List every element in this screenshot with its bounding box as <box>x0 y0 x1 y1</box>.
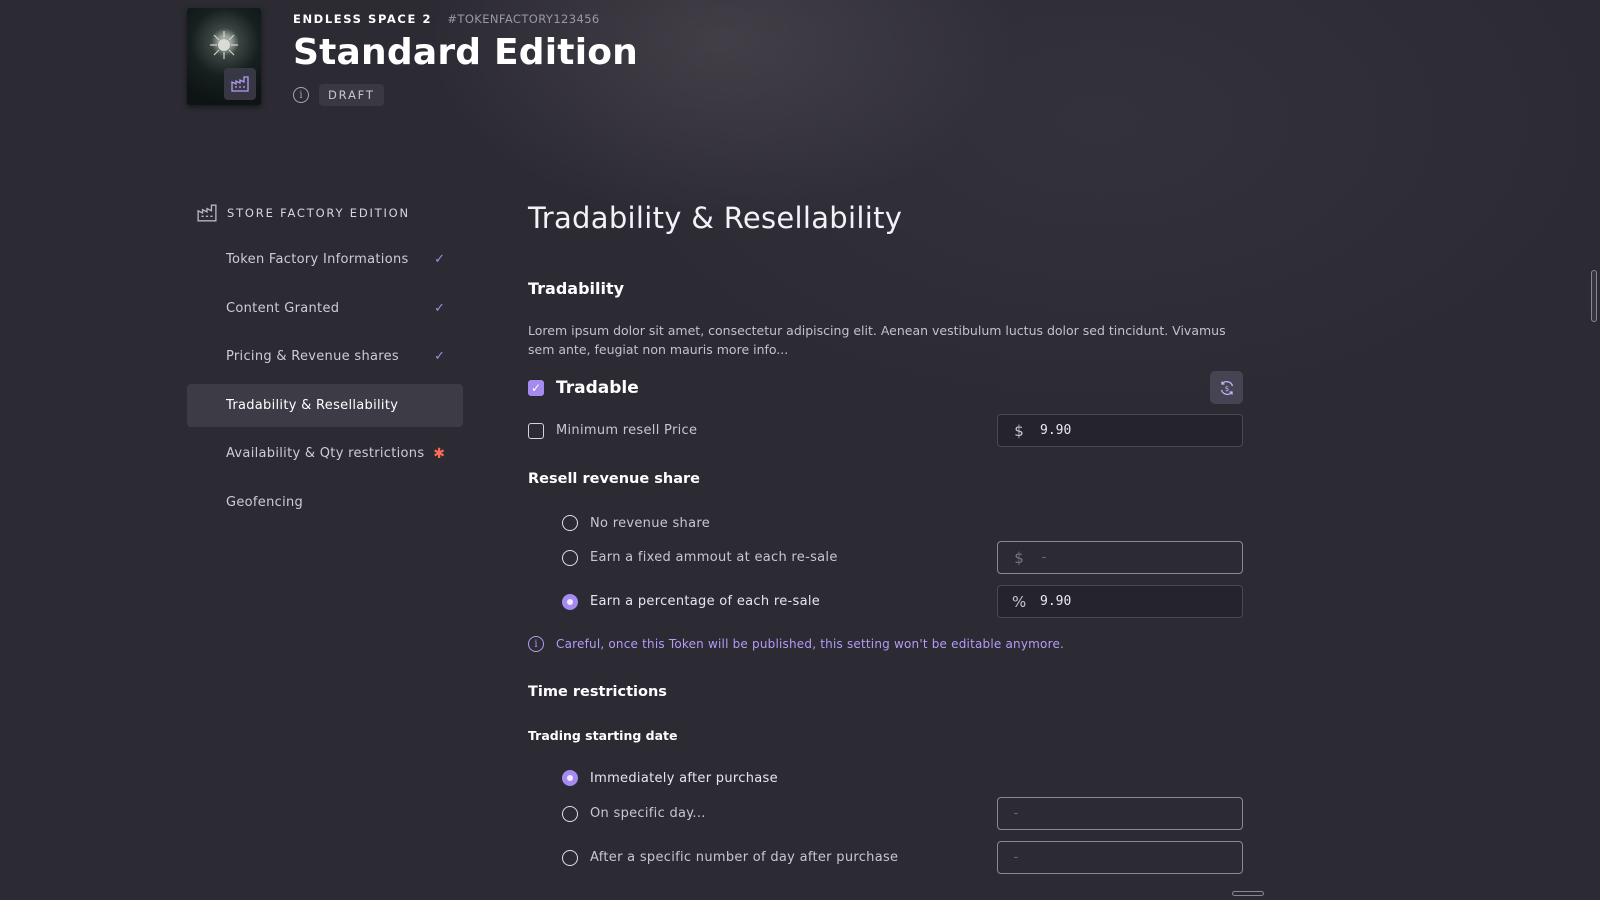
option-label: No revenue share <box>590 515 711 531</box>
sidebar-item-label: Geofencing <box>226 494 304 510</box>
game-name: ENDLESS SPACE 2 <box>293 12 433 26</box>
sidebar-heading: STORE FACTORY EDITION <box>187 198 463 228</box>
option-label: Immediately after purchase <box>590 770 778 786</box>
percentage-input[interactable]: % 9.90 <box>997 585 1243 618</box>
token-id: #TOKENFACTORY123456 <box>447 12 600 26</box>
fixed-amount-value: - <box>1040 550 1048 565</box>
tradable-checkbox[interactable]: ✓ <box>528 379 544 396</box>
checkmark-icon: ✓ <box>434 252 445 267</box>
required-asterisk-icon: ✱ <box>433 445 445 462</box>
sidebar-heading-label: STORE FACTORY EDITION <box>227 206 410 220</box>
days-after-input[interactable]: - <box>997 841 1243 874</box>
factory-icon <box>224 68 256 100</box>
warning-text: Careful, once this Token will be publish… <box>556 637 1065 651</box>
sidebar-item-label: Content Granted <box>226 300 340 316</box>
start-option-specific-day[interactable]: On specific day... - <box>528 797 1243 830</box>
revenue-option-percentage[interactable]: Earn a percentage of each re-sale % 9.90 <box>528 585 1243 618</box>
radio-immediately[interactable] <box>562 770 578 786</box>
tradability-description: Lorem ipsum dolor sit amet, consectetur … <box>528 323 1226 357</box>
trading-starting-date-subtitle: Trading starting date <box>528 728 678 743</box>
checkmark-icon: ✓ <box>434 300 445 316</box>
minimum-resell-price-input[interactable]: $ 9.90 <box>997 414 1243 447</box>
radio-percentage[interactable] <box>562 593 578 610</box>
currency-exchange-icon: $ <box>1220 380 1233 395</box>
sidebar-nav: STORE FACTORY EDITION Token Factory Info… <box>187 198 463 530</box>
horizontal-scroll-handle[interactable] <box>1232 891 1264 896</box>
dollar-icon: $ <box>1014 421 1024 440</box>
info-icon[interactable]: i <box>293 87 309 103</box>
factory-icon <box>197 204 217 222</box>
tradable-label: Tradable <box>556 377 639 398</box>
sidebar-item-availability-qty-restrictions[interactable]: Availability & Qty restrictions ✱ <box>187 432 463 475</box>
publish-warning: i Careful, once this Token will be publi… <box>528 635 1243 653</box>
revenue-option-fixed[interactable]: Earn a fixed ammout at each re-sale $ - <box>528 541 1243 574</box>
minimum-resell-price-row: Minimum resell Price $ 9.90 <box>528 414 1243 447</box>
radio-no-revenue-share[interactable] <box>562 515 578 531</box>
page-title: Standard Edition <box>293 32 638 73</box>
percent-icon: % <box>1012 592 1027 611</box>
tradable-row: ✓ Tradable $ <box>528 371 1243 404</box>
start-option-days-after[interactable]: After a specific number of day after pur… <box>528 841 1243 874</box>
radio-specific-day[interactable] <box>562 805 578 822</box>
minimum-resell-price-value: 9.90 <box>1040 423 1072 438</box>
option-label: Earn a fixed ammout at each re-sale <box>590 550 838 565</box>
game-cover-image <box>187 8 261 105</box>
option-label: Earn a percentage of each re-sale <box>590 594 821 609</box>
option-label: After a specific number of day after pur… <box>590 850 899 865</box>
sidebar-item-pricing-revenue-shares[interactable]: Pricing & Revenue shares ✓ <box>187 335 463 378</box>
section-page-title: Tradability & Resellability <box>528 201 903 235</box>
status-badge: DRAFT <box>319 84 384 106</box>
days-after-value: - <box>1012 850 1020 865</box>
radio-fixed-amount[interactable] <box>562 549 578 566</box>
start-option-immediately[interactable]: Immediately after purchase <box>528 766 1243 790</box>
minimum-resell-price-label: Minimum resell Price <box>556 423 698 438</box>
sidebar-item-content-granted[interactable]: Content Granted ✓ <box>187 287 463 330</box>
header-eyebrow: ENDLESS SPACE 2 #TOKENFACTORY123456 <box>293 12 600 26</box>
dollar-icon: $ <box>1014 548 1024 567</box>
sidebar-item-label: Availability & Qty restrictions <box>226 446 425 462</box>
currency-exchange-button[interactable]: $ <box>1210 371 1243 404</box>
tradability-title: Tradability <box>528 279 625 298</box>
time-restrictions-title: Time restrictions <box>528 684 667 700</box>
sidebar-item-token-factory-informations[interactable]: Token Factory Informations ✓ <box>187 238 463 281</box>
sun-artwork-icon <box>210 31 238 59</box>
vertical-scrollbar[interactable] <box>1591 270 1597 322</box>
option-label: On specific day... <box>590 806 706 821</box>
sidebar-item-geofencing[interactable]: Geofencing <box>187 481 463 524</box>
checkmark-icon: ✓ <box>434 349 445 365</box>
resell-revenue-share-title: Resell revenue share <box>528 471 700 487</box>
sidebar-item-label: Token Factory Informations <box>226 252 409 267</box>
minimum-resell-price-checkbox[interactable] <box>528 422 544 439</box>
sidebar-item-label: Tradability & Resellability <box>226 397 399 413</box>
sidebar-item-label: Pricing & Revenue shares <box>226 349 399 365</box>
fixed-amount-input[interactable]: $ - <box>997 541 1243 574</box>
info-icon: i <box>528 636 544 652</box>
status-row: i DRAFT <box>293 84 384 106</box>
percentage-value: 9.90 <box>1040 594 1072 609</box>
sidebar-item-tradability-resellability[interactable]: Tradability & Resellability <box>187 383 463 427</box>
radio-days-after-purchase[interactable] <box>562 849 578 866</box>
edition-header: ENDLESS SPACE 2 #TOKENFACTORY123456 Stan… <box>187 8 887 106</box>
specific-day-input[interactable]: - <box>997 797 1243 830</box>
svg-text:$: $ <box>1224 385 1228 393</box>
specific-day-value: - <box>1012 806 1020 821</box>
revenue-option-none[interactable]: No revenue share <box>528 511 1243 535</box>
